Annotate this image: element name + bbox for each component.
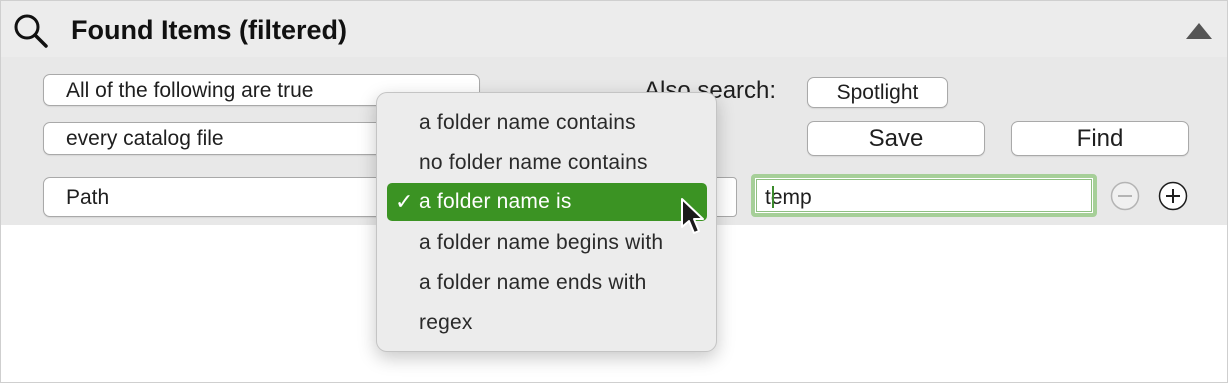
menu-item-folder-name-is[interactable]: ✓ a folder name is <box>387 183 707 221</box>
menu-item-label: a folder name begins with <box>419 231 664 254</box>
menu-item-folder-name-begins-with[interactable]: a folder name begins with <box>387 224 707 262</box>
menu-item-no-folder-name-contains[interactable]: no folder name contains <box>387 144 707 182</box>
panel-header: Found Items (filtered) <box>1 1 1227 57</box>
operator-menu: a folder name contains no folder name co… <box>376 92 717 352</box>
menu-item-label: a folder name ends with <box>419 271 647 294</box>
menu-item-label: a folder name contains <box>419 111 636 134</box>
triangle-up-icon[interactable] <box>1185 21 1213 41</box>
text-caret <box>772 186 774 208</box>
menu-item-label: regex <box>419 311 473 334</box>
scope-label: every catalog file <box>66 127 224 150</box>
found-items-panel: Found Items (filtered) All of the follow… <box>0 0 1228 383</box>
plus-circle-icon[interactable] <box>1158 181 1188 211</box>
minus-circle-icon[interactable] <box>1110 181 1140 211</box>
mouse-pointer-icon <box>681 198 704 234</box>
menu-item-folder-name-ends-with[interactable]: a folder name ends with <box>387 264 707 302</box>
menu-item-regex[interactable]: regex <box>387 304 707 342</box>
spotlight-button-label: Spotlight <box>836 81 919 104</box>
search-icon <box>14 14 48 48</box>
spotlight-button[interactable]: Spotlight <box>807 77 948 108</box>
find-button-label: Find <box>1076 124 1124 152</box>
menu-item-folder-name-contains[interactable]: a folder name contains <box>387 104 707 142</box>
panel-title: Found Items (filtered) <box>71 15 347 45</box>
menu-item-label: no folder name contains <box>419 151 648 174</box>
menu-item-label: a folder name is <box>419 190 572 213</box>
save-button-label: Save <box>868 124 924 152</box>
field-label: Path <box>66 185 110 209</box>
search-value-field[interactable]: temp <box>751 174 1097 217</box>
match-mode-label: All of the following are true <box>66 78 314 102</box>
checkmark-icon: ✓ <box>395 189 414 214</box>
find-button[interactable]: Find <box>1011 121 1189 156</box>
save-button[interactable]: Save <box>807 121 985 156</box>
